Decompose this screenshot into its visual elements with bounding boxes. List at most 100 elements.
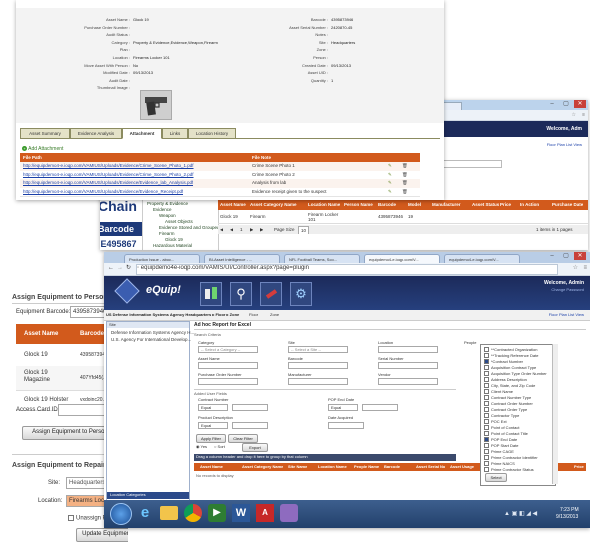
barcode-input[interactable] <box>288 362 348 369</box>
asset-name-input[interactable] <box>198 362 258 369</box>
tree-item[interactable]: Evidence <box>153 207 172 212</box>
close-icon[interactable]: ✕ <box>574 100 586 108</box>
people-select-button[interactable]: Select <box>485 473 507 482</box>
browser-tab[interactable]: BI-Asset Intelligence - ... <box>204 254 280 263</box>
people-option[interactable]: City, State, and Zip Code <box>484 383 535 389</box>
contract-number-input[interactable] <box>232 404 268 411</box>
maximize-icon[interactable]: ▢ <box>560 100 572 108</box>
forward-icon[interactable]: → <box>117 265 123 272</box>
tree-item[interactable]: Hazardous Material <box>153 243 192 248</box>
col-header[interactable]: Price <box>500 200 511 210</box>
people-option[interactable]: Prime Contractor Identifier <box>484 455 538 461</box>
sort-option-sort[interactable]: ○ Sort <box>214 444 225 449</box>
site-select[interactable]: -- Select a Site -- <box>288 346 348 353</box>
update-equipment-button[interactable]: Update Equipment <box>76 528 128 542</box>
browser-tab[interactable]: Production Issue - aboc... <box>124 254 200 263</box>
browser-tab[interactable]: NFL Football Teams, Sco... <box>284 254 360 263</box>
people-option[interactable]: Contract Order Type <box>484 407 527 413</box>
tab-links[interactable]: Links <box>162 128 188 139</box>
col-header[interactable]: Barcode <box>378 200 396 210</box>
delete-icon[interactable]: 🗑 <box>402 188 408 197</box>
sort-option-yes[interactable]: ◉ Yes <box>196 444 207 449</box>
manufacturer-input[interactable] <box>288 378 348 385</box>
edit-icon[interactable]: ✎ <box>388 171 392 180</box>
export-button[interactable]: Export <box>242 443 268 452</box>
col-header[interactable]: Location Name <box>308 200 340 210</box>
pop-end-input[interactable] <box>362 404 398 411</box>
pager-page[interactable]: 1 <box>240 225 243 234</box>
tree-item[interactable]: Glock 19 <box>165 237 183 242</box>
ie-icon[interactable]: e <box>136 504 154 522</box>
clock-date[interactable]: 9/13/2013 <box>556 514 578 520</box>
settings-icon[interactable]: ⚙ <box>290 282 312 306</box>
col-header[interactable]: Asset Status <box>472 200 499 210</box>
site-tree-item[interactable]: U.S. Agency For International Develop... <box>111 337 191 342</box>
edit-icon[interactable]: ✎ <box>388 188 392 197</box>
pdf-icon[interactable]: A <box>256 504 274 522</box>
grid-row[interactable]: Glock 19 Firearm Firearm Locker 101 4395… <box>218 211 588 224</box>
url-field[interactable]: ▫ equipdemo4e-ioqp.com/VAMIS/UI/Controll… <box>136 264 558 275</box>
breadcrumb-floor[interactable]: Floor <box>249 312 258 317</box>
people-option[interactable]: **Tracking Reference Date <box>484 353 538 359</box>
menu-icon[interactable]: ≡ <box>582 112 585 118</box>
tree-item[interactable]: Asset Objects <box>165 219 193 224</box>
col-header[interactable]: Purchase Date <box>552 200 583 210</box>
delete-icon[interactable]: 🗑 <box>402 171 408 180</box>
folder-icon[interactable] <box>160 506 178 520</box>
report-col-header[interactable]: Asset Name <box>200 463 223 471</box>
group-by-bar[interactable]: Drag a column header and drop it here to… <box>194 454 456 461</box>
people-option[interactable]: Contract Order Number <box>484 401 533 407</box>
attachment-link[interactable]: http://equipdemo4-e.ioqp.com/VAMIUS/Uplo… <box>23 179 193 188</box>
pop-operator-select[interactable]: Equal <box>328 404 358 411</box>
pager-prev-icon[interactable]: ◀ <box>230 225 233 234</box>
report-col-header[interactable]: Asset Serial No <box>416 463 445 471</box>
people-option[interactable]: Acquisition Type Order Number <box>484 371 547 377</box>
star-icon[interactable]: ☆ <box>572 112 576 118</box>
report-col-header[interactable]: Location Name <box>318 463 347 471</box>
menu-icon[interactable]: ≡ <box>583 265 587 272</box>
tree-item[interactable]: Evidence Stored and Grouped <box>159 225 220 230</box>
people-option[interactable]: Contract Number Type <box>484 395 531 401</box>
report-col-header[interactable]: Price <box>574 463 584 471</box>
floor-list-links[interactable]: Floor Plan List View <box>547 142 582 147</box>
report-col-header[interactable]: Barcode <box>384 463 400 471</box>
tab-location-history[interactable]: Location History <box>188 128 236 139</box>
tab-attachment[interactable]: Attachment <box>122 128 162 139</box>
location-categories-bar[interactable]: Location Categories <box>107 492 189 499</box>
delete-icon[interactable]: 🗑 <box>402 162 408 171</box>
clock-time[interactable]: 7:23 PM <box>560 507 579 513</box>
product-description-input[interactable] <box>232 422 268 429</box>
people-list[interactable]: **Contracted Organization **Tracking Refe… <box>480 344 556 486</box>
tab-evidence-analysis[interactable]: Evidence Analysis <box>70 128 122 139</box>
people-option[interactable]: POP End Date <box>484 437 517 443</box>
tree-item[interactable]: Property & Evidence <box>147 201 188 206</box>
edit-icon[interactable]: ✎ <box>388 179 392 188</box>
attachment-link[interactable]: http://equipdemo4-e.ioqp.com/VAMIUS/Uplo… <box>23 162 194 171</box>
delete-icon[interactable]: 🗑 <box>402 179 408 188</box>
serial-input[interactable] <box>378 362 438 369</box>
people-option[interactable]: Contractor Type <box>484 413 519 419</box>
people-option[interactable]: **Contracted Organization <box>484 347 537 353</box>
report-col-header[interactable]: Asset Usage <box>450 463 474 471</box>
browser-tab[interactable]: equipdemo4-e.ioqp.com/V... <box>444 254 520 263</box>
tree-item[interactable]: Firearm <box>159 231 175 236</box>
mid-filter-input[interactable] <box>440 160 502 168</box>
report-col-header[interactable]: Site Name <box>288 463 307 471</box>
category-select[interactable]: -- Select a Category -- <box>198 346 258 353</box>
tab-asset-summary[interactable]: Asset Summary <box>20 128 70 139</box>
media-icon[interactable]: ▶ <box>208 504 226 522</box>
close-icon[interactable]: ✕ <box>574 252 586 260</box>
tree-item[interactable]: Weapon <box>159 213 176 218</box>
minimize-icon[interactable]: – <box>546 252 558 260</box>
breadcrumb-zone[interactable]: Zone <box>270 312 279 317</box>
people-option[interactable]: Address Description <box>484 377 527 383</box>
chrome-icon[interactable] <box>184 504 202 522</box>
star-icon[interactable]: ☆ <box>573 265 578 272</box>
people-option[interactable]: Prime CAGE <box>484 449 514 455</box>
paint-icon[interactable] <box>280 504 298 522</box>
vendor-input[interactable] <box>378 378 438 385</box>
dashboard-icon[interactable] <box>200 282 222 306</box>
product-operator-select[interactable]: Equal <box>198 422 228 429</box>
apply-filter-button[interactable]: Apply Filter <box>196 434 226 443</box>
start-button[interactable] <box>110 503 132 525</box>
